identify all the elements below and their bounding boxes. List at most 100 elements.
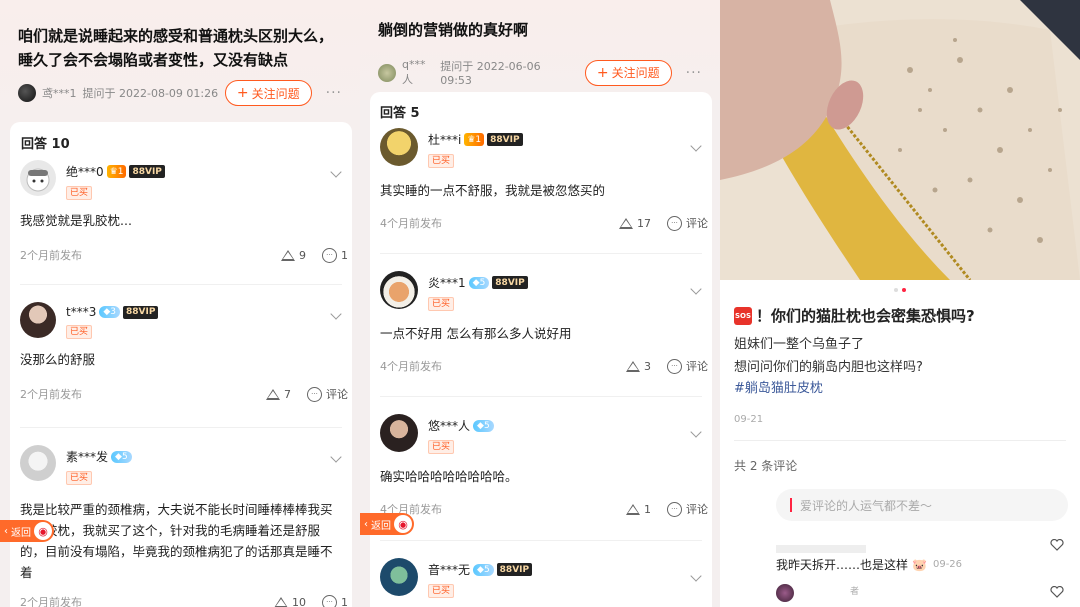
bought-tag: 已买 [428, 154, 455, 168]
avatar[interactable] [380, 414, 418, 452]
answer-text: 我是比较严重的颈椎病，大夫说不能长时间睡棒棒棒我买个乳胶枕，我就买了这个，针对我… [20, 502, 333, 580]
like-icon [626, 360, 640, 372]
vip-badge: 88VIP [496, 563, 533, 576]
level-badge: ♛ 1 [106, 165, 127, 178]
avatar[interactable] [20, 445, 56, 481]
bought-tag: 已买 [66, 186, 93, 200]
bought-tag: 已买 [66, 325, 93, 339]
back-to-weibo-button[interactable]: ‹ 返回 ◉ [360, 513, 414, 535]
avatar[interactable] [20, 160, 56, 196]
comment-button[interactable]: ··· 评论 [667, 358, 708, 374]
more-icon[interactable]: ··· [686, 65, 702, 81]
question-meta: 鸢***1 提问于 2022-08-09 01:26 + 关注问题 ··· [18, 80, 342, 106]
emoji-icon: 🐷 [912, 557, 927, 572]
divider [20, 427, 342, 428]
user-name[interactable]: 杜***i [428, 131, 461, 148]
user-name[interactable]: 音***无 [428, 561, 470, 578]
chevron-down-icon[interactable] [330, 451, 342, 463]
user-name[interactable]: 悠***人 [428, 417, 470, 434]
comment-icon: ··· [667, 501, 682, 517]
user-name[interactable]: t***3 [66, 305, 96, 319]
post-title: SOS ！你们的猫肚枕也会密集恐惧吗? [734, 305, 975, 326]
asked-time: 提问于 2022-06-06 09:53 [440, 60, 541, 87]
chevron-down-icon[interactable] [330, 308, 342, 320]
answer-item: 绝***0 ♛ 1 88VIP 已买 我感觉就是乳胶枕... 2个月前发布 9 ···… [10, 160, 352, 263]
like-icon [274, 596, 288, 607]
avatar[interactable] [776, 584, 794, 602]
like-button[interactable]: 7 [266, 388, 291, 401]
user-name[interactable]: 素***发 [66, 448, 108, 465]
answer-text: 我感觉就是乳胶枕... [20, 213, 132, 228]
like-button[interactable]: 17 [619, 217, 651, 230]
like-button[interactable]: 9 [281, 249, 306, 262]
avatar[interactable] [20, 302, 56, 338]
comment-icon: ··· [322, 594, 337, 607]
bought-tag: 已买 [428, 297, 455, 311]
divider [734, 440, 1066, 441]
heart-icon[interactable] [1050, 586, 1064, 598]
follow-label: 关注问题 [251, 86, 300, 101]
chevron-down-icon[interactable] [690, 283, 702, 295]
asker-avatar[interactable] [18, 84, 36, 102]
chevron-down-icon[interactable] [690, 426, 702, 438]
like-icon [626, 503, 640, 515]
sos-icon: SOS [734, 306, 752, 325]
asker-name[interactable]: q***人 [402, 58, 434, 87]
carousel-dot-active [902, 288, 906, 292]
post-date: 09-21 [734, 414, 764, 425]
answer-text: 其实睡的一点不舒服，我就是被忽悠买的 [380, 183, 606, 198]
heart-icon[interactable] [1050, 539, 1064, 551]
back-label: 返回 [11, 527, 31, 539]
hashtag-link[interactable]: #躺岛猫肚皮枕 [734, 377, 823, 396]
follow-question-button[interactable]: + 关注问题 [584, 59, 672, 86]
question-title: 咱们就是说睡起来的感受和普通枕头区别大么，睡久了会不会塌陷或者变性，又没有缺点 [18, 27, 334, 69]
answer-item: 悠***人 ◆ 5 已买 确实哈哈哈哈哈哈哈哈。 4个月前发布 1 ··· 评论 [370, 414, 712, 517]
qa-panel-middle: 躺倒的营销做的真好啊 q***人 提问于 2022-06-06 09:53 + 关… [360, 0, 720, 607]
answer-time: 2个月前发布 [20, 249, 82, 262]
bought-tag: 已买 [66, 471, 93, 485]
answers-count: 回答 10 [21, 137, 70, 152]
back-to-weibo-button[interactable]: ‹ 返回 ◉ [0, 520, 54, 542]
diamond-badge: ◆ 5 [111, 450, 132, 463]
caret [790, 498, 792, 512]
chevron-down-icon[interactable] [330, 166, 342, 178]
vip-badge: 88VIP [129, 165, 165, 178]
more-icon[interactable]: ··· [326, 85, 342, 101]
like-button[interactable]: 1 [626, 503, 651, 516]
answer-item: t***3 ◆ 3 88VIP 已买 没那么的舒服 2个月前发布 7 ··· 评论 [10, 302, 352, 402]
post-photo[interactable] [720, 0, 1080, 280]
like-button[interactable]: 3 [626, 360, 651, 373]
answer-time: 2个月前发布 [20, 596, 82, 607]
answer-time: 2个月前发布 [20, 388, 82, 401]
comment-button[interactable]: ··· 评论 [307, 386, 348, 402]
avatar[interactable] [380, 271, 418, 309]
answer-item: 素***发 ◆ 5 已买 我是比较严重的颈椎病，大夫说不能长时间睡棒棒棒我买个乳胶枕… [10, 445, 352, 607]
avatar[interactable] [380, 558, 418, 596]
vip-badge: 88VIP [123, 305, 159, 319]
follow-question-button[interactable]: + 关注问题 [224, 80, 312, 106]
question-header: 咱们就是说睡起来的感受和普通枕头区别大么，睡久了会不会塌陷或者变性，又没有缺点 … [0, 0, 360, 130]
answer-item: 杜***i ♛ 1 88VIP 已买 其实睡的一点不舒服，我就是被忽悠买的 4个月前发… [370, 128, 712, 231]
answer-item: 炎***1 ◆ 5 88VIP 已买 一点不好用 怎么有那么多人说好用 4个月前发布 … [370, 271, 712, 374]
comment-input[interactable]: 爱评论的人运气都不差～ [776, 489, 1068, 521]
asker-avatar[interactable] [378, 63, 396, 82]
comment-button[interactable]: ··· 评论 [667, 501, 708, 517]
comment-item: 我昨天拆开……也是这样 🐷 09-26 [776, 556, 962, 573]
comment-button[interactable]: ··· 评论 [667, 215, 708, 231]
chevron-down-icon[interactable] [690, 570, 702, 582]
comment-icon: ··· [667, 215, 682, 231]
comment-button[interactable]: ··· 1 [322, 247, 348, 263]
comment-date: 09-26 [932, 559, 963, 570]
user-name[interactable]: 炎***1 [428, 274, 466, 291]
answer-time: 4个月前发布 [380, 360, 442, 373]
like-button[interactable]: 10 [274, 596, 306, 607]
answers-count: 回答 5 [380, 106, 420, 121]
carousel-dots [720, 288, 1080, 292]
comment-button[interactable]: ··· 1 [322, 594, 348, 607]
user-name[interactable]: 绝***0 [66, 163, 104, 180]
chevron-down-icon[interactable] [690, 140, 702, 152]
asker-name[interactable]: 鸢***1 [42, 85, 77, 101]
vip-badge: 88VIP [487, 133, 523, 146]
comment-icon: ··· [322, 247, 337, 263]
avatar[interactable] [380, 128, 418, 166]
